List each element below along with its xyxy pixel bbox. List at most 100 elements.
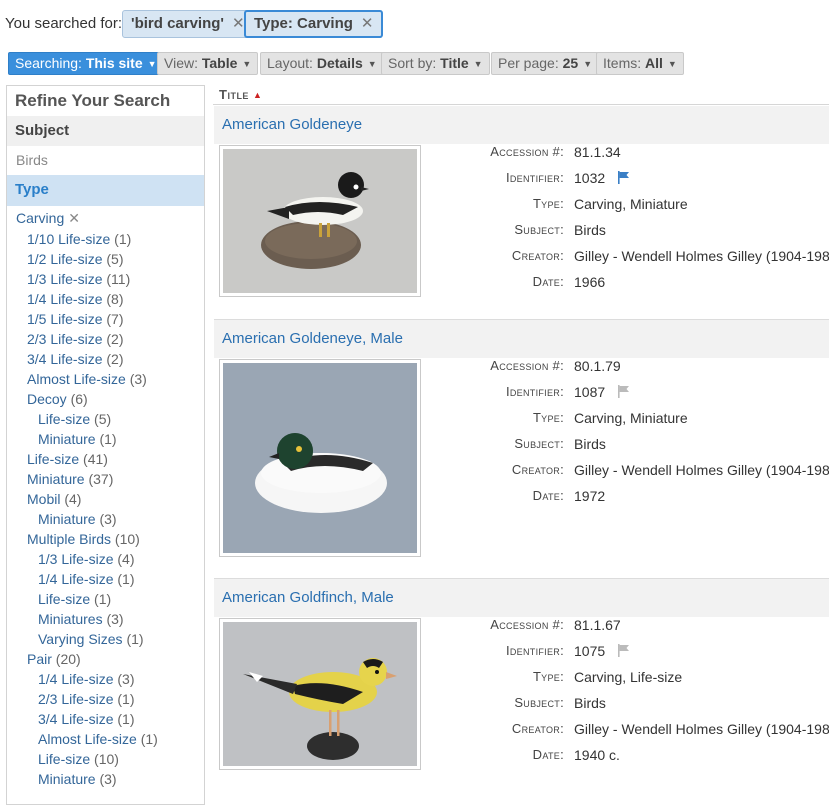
facet-count: (1) bbox=[99, 431, 117, 447]
facet-item[interactable]: Life-size (10) bbox=[38, 751, 119, 767]
facet-item[interactable]: Miniatures (3) bbox=[38, 611, 124, 627]
facet-item[interactable]: 1/4 Life-size (8) bbox=[27, 291, 124, 307]
facet-label: 1/4 Life-size bbox=[38, 571, 114, 587]
close-icon[interactable]: ✕ bbox=[361, 15, 374, 32]
facet-item[interactable]: Miniature (37) bbox=[27, 471, 113, 487]
facet-item[interactable]: 1/2 Life-size (5) bbox=[27, 251, 124, 267]
record-thumbnail[interactable] bbox=[219, 145, 421, 297]
facet-count: (37) bbox=[88, 471, 114, 487]
dropdown-prefix: View: bbox=[164, 55, 198, 71]
facet-item[interactable]: Miniature (3) bbox=[38, 771, 117, 787]
facet-count: (41) bbox=[83, 451, 108, 467]
flag-icon[interactable] bbox=[617, 644, 630, 657]
subject-value: Birds bbox=[574, 222, 606, 238]
view-dropdown[interactable]: View: Table ▼ bbox=[157, 52, 259, 75]
facet-item[interactable]: 2/3 Life-size (1) bbox=[38, 691, 135, 707]
record-title-link[interactable]: American Goldeneye, Male bbox=[222, 330, 403, 347]
selected-facet-carving[interactable]: Carving ✕ bbox=[16, 210, 80, 227]
facet-item[interactable]: Mobil (4) bbox=[27, 491, 81, 507]
facet-item[interactable]: Almost Life-size (1) bbox=[38, 731, 158, 747]
flag-icon[interactable] bbox=[617, 171, 630, 184]
accession-value: 80.1.79 bbox=[574, 358, 621, 374]
refine-sidebar: Refine Your Search Subject Birds Type Ca… bbox=[6, 85, 205, 805]
subject-value: Birds bbox=[574, 436, 606, 452]
facet-item[interactable]: Varying Sizes (1) bbox=[38, 631, 144, 647]
chip-label: Type: Carving bbox=[254, 15, 353, 32]
facet-label: Carving bbox=[16, 210, 65, 226]
identifier-number: 1087 bbox=[574, 384, 606, 400]
facet-label: 3/4 Life-size bbox=[38, 711, 114, 727]
dropdown-prefix: Sort by: bbox=[388, 55, 437, 71]
facet-item[interactable]: 3/4 Life-size (2) bbox=[27, 351, 124, 367]
per-page-dropdown[interactable]: Per page: 25 ▼ bbox=[491, 52, 600, 75]
bird-carving-image bbox=[223, 149, 417, 293]
facet-item[interactable]: Life-size (5) bbox=[38, 411, 111, 427]
caret-down-icon: ▼ bbox=[473, 59, 483, 69]
caret-down-icon: ▼ bbox=[583, 59, 593, 69]
facet-item[interactable]: 1/3 Life-size (4) bbox=[38, 551, 135, 567]
facet-count: (2) bbox=[106, 331, 124, 347]
facet-label: Almost Life-size bbox=[27, 371, 126, 387]
caret-down-icon: ▼ bbox=[367, 59, 377, 69]
layout-dropdown[interactable]: Layout: Details ▼ bbox=[260, 52, 384, 75]
identifier-number: 1075 bbox=[574, 643, 606, 659]
flag-icon[interactable] bbox=[617, 385, 630, 398]
facet-item[interactable]: 2/3 Life-size (2) bbox=[27, 331, 124, 347]
facet-item[interactable]: Decoy (6) bbox=[27, 391, 88, 407]
record-thumbnail[interactable] bbox=[219, 359, 421, 557]
identifier-value: 1075 bbox=[574, 643, 630, 659]
facet-label: 1/3 Life-size bbox=[27, 271, 103, 287]
facet-item[interactable]: Almost Life-size (3) bbox=[27, 371, 147, 387]
facet-item[interactable]: Miniature (1) bbox=[38, 431, 117, 447]
type-label: Type: bbox=[532, 669, 564, 684]
identifier-label: Identifier: bbox=[505, 384, 564, 399]
facet-item[interactable]: 1/4 Life-size (3) bbox=[38, 671, 135, 687]
facet-item[interactable]: 1/4 Life-size (1) bbox=[38, 571, 135, 587]
facet-item[interactable]: Pair (20) bbox=[27, 651, 81, 667]
sort-title-header[interactable]: Title ▲ bbox=[219, 87, 262, 102]
facet-item[interactable]: 3/4 Life-size (1) bbox=[38, 711, 135, 727]
facet-count: (4) bbox=[64, 491, 82, 507]
date-value: 1972 bbox=[574, 488, 606, 504]
accession-label: Accession #: bbox=[490, 144, 564, 159]
facet-count: (10) bbox=[114, 531, 140, 547]
subject-value[interactable]: Birds bbox=[16, 152, 48, 168]
result-record: American Goldeneye, Male Accession #: 80… bbox=[214, 320, 829, 579]
date-value: 1940 c. bbox=[574, 747, 620, 763]
facet-item[interactable]: 1/3 Life-size (11) bbox=[27, 271, 130, 287]
record-thumbnail[interactable] bbox=[219, 618, 421, 770]
facet-item[interactable]: Miniature (3) bbox=[38, 511, 117, 527]
facet-item[interactable]: Life-size (41) bbox=[27, 451, 108, 467]
items-dropdown[interactable]: Items: All ▼ bbox=[596, 52, 684, 75]
facet-count: (1) bbox=[117, 691, 135, 707]
facet-count: (1) bbox=[94, 591, 112, 607]
facet-item[interactable]: 1/5 Life-size (7) bbox=[27, 311, 124, 327]
facet-item[interactable]: Life-size (1) bbox=[38, 591, 111, 607]
subject-heading[interactable]: Subject bbox=[7, 116, 204, 146]
type-value: Carving, Miniature bbox=[574, 410, 688, 426]
facet-count: (7) bbox=[106, 311, 124, 327]
facet-count: (1) bbox=[140, 731, 158, 747]
result-record: American Goldfinch, Male Accession #: 81… bbox=[214, 579, 829, 794]
facet-item[interactable]: 1/10 Life-size (1) bbox=[27, 231, 131, 247]
record-title-link[interactable]: American Goldfinch, Male bbox=[222, 589, 394, 606]
dropdown-value: Table bbox=[201, 55, 238, 71]
facet-count: (1) bbox=[117, 571, 135, 587]
search-chip-type[interactable]: Type: Carving ✕ bbox=[244, 10, 384, 38]
facet-count: (3) bbox=[99, 511, 117, 527]
close-icon[interactable]: ✕ bbox=[232, 15, 245, 32]
type-heading[interactable]: Type bbox=[7, 175, 204, 206]
facet-item[interactable]: Multiple Birds (10) bbox=[27, 531, 140, 547]
dropdown-prefix: Searching: bbox=[15, 55, 82, 71]
sort-dropdown[interactable]: Sort by: Title ▼ bbox=[381, 52, 490, 75]
type-heading-label: Type bbox=[15, 181, 49, 198]
facet-count: (20) bbox=[55, 651, 81, 667]
search-chip-keyword[interactable]: 'bird carving' ✕ bbox=[122, 10, 254, 38]
caret-down-icon: ▼ bbox=[667, 59, 677, 69]
searching-dropdown[interactable]: Searching: This site ▼ bbox=[8, 52, 164, 75]
record-title-link[interactable]: American Goldeneye bbox=[222, 116, 362, 133]
facet-label: 1/4 Life-size bbox=[27, 291, 103, 307]
identifier-label: Identifier: bbox=[505, 170, 564, 185]
creator-label: Creator: bbox=[511, 721, 564, 736]
close-icon[interactable]: ✕ bbox=[68, 210, 80, 226]
